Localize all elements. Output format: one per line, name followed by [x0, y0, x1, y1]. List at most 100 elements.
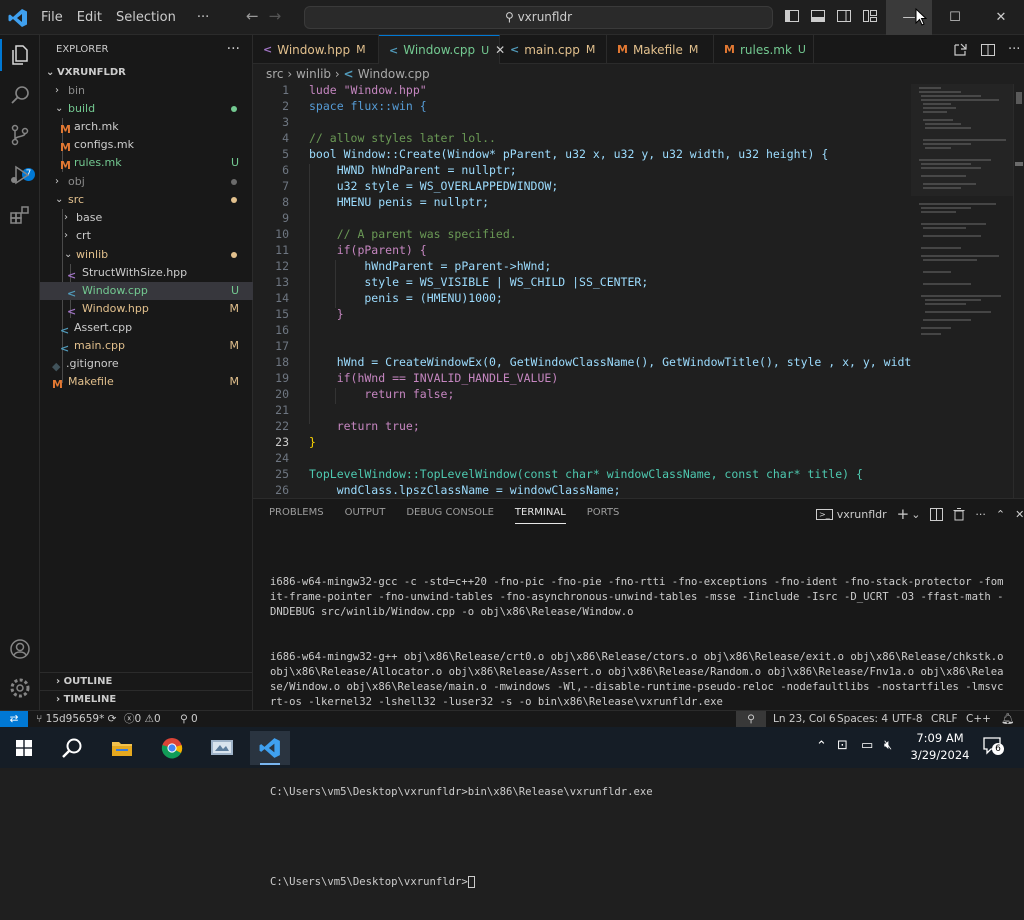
menu-edit[interactable]: Edit: [70, 10, 109, 25]
display-icon[interactable]: ▭: [861, 738, 873, 753]
breadcrumb-winlib[interactable]: winlib: [296, 67, 331, 81]
code-line: TopLevelWindow::TopLevelWindow(const cha…: [309, 467, 863, 481]
breadcrumb-window-cpp[interactable]: Window.cpp: [358, 67, 430, 81]
taskbar-chrome[interactable]: [152, 731, 192, 765]
show-hidden-icons-chevron-icon[interactable]: ⌃: [816, 739, 827, 754]
tree-file-structwithsize-hpp[interactable]: < StructWithSize.hpp: [40, 264, 253, 282]
start-button[interactable]: [4, 731, 44, 765]
panel-tab-problems[interactable]: PROBLEMS: [269, 507, 324, 524]
maximize-panel-chevron-up-icon[interactable]: ⌃: [996, 508, 1005, 521]
run-debug-icon[interactable]: [8, 163, 32, 187]
source-control-icon[interactable]: [8, 123, 32, 147]
taskbar-search-button[interactable]: [52, 731, 92, 765]
code-line: wndClass.lpszClassName = windowClassName…: [309, 483, 621, 497]
panel-tab-output[interactable]: OUTPUT: [345, 507, 386, 524]
close-window-button[interactable]: ✕: [978, 0, 1024, 35]
tree-folder-winlib[interactable]: ⌄ winlib: [40, 246, 253, 264]
maximize-button[interactable]: ☐: [932, 0, 978, 35]
tree-file-rules-mk[interactable]: M rules.mk U: [40, 154, 253, 172]
search-icon[interactable]: [8, 83, 32, 107]
code-line: HMENU penis = nullptr;: [309, 195, 490, 209]
back-arrow-icon[interactable]: ←: [246, 7, 259, 25]
tree-file-configs-mk[interactable]: M configs.mk: [40, 136, 253, 154]
encoding[interactable]: UTF-8: [892, 711, 923, 727]
tree-file-main-cpp[interactable]: < main.cpp M: [40, 337, 253, 355]
notifications-bell-icon[interactable]: 🔔︎: [1001, 711, 1014, 727]
system-clock[interactable]: 7:09 AM 3/29/2024: [905, 730, 975, 764]
tab-main-cpp[interactable]: < main.cpp M: [500, 35, 607, 64]
tab-window-hpp[interactable]: < Window.hpp M: [253, 35, 379, 64]
extensions-icon[interactable]: [8, 203, 32, 227]
outline-section[interactable]: › OUTLINE: [40, 672, 253, 690]
taskbar-file-explorer[interactable]: [102, 731, 142, 765]
toggle-primary-sidebar-icon[interactable]: [784, 8, 800, 24]
language-mode[interactable]: C++: [966, 711, 991, 727]
explorer-files-icon[interactable]: [8, 43, 32, 67]
open-changes-icon[interactable]: [952, 42, 968, 58]
git-branch-status[interactable]: ⑂ 15d95659* ⟳: [36, 711, 116, 727]
panel-tab-ports[interactable]: PORTS: [587, 507, 620, 524]
network-icon[interactable]: ⊡: [837, 738, 848, 753]
terminal-instance-name[interactable]: vxrunfldr: [837, 508, 887, 521]
line-endings[interactable]: CRLF: [931, 711, 958, 727]
explorer-root-folder[interactable]: ⌄ VXRUNFLDR: [40, 64, 253, 82]
speaker-muted-icon[interactable]: 🔇︎: [884, 738, 892, 753]
minimap[interactable]: [911, 84, 1013, 498]
line-number: 15: [275, 307, 289, 321]
tree-folder-bin[interactable]: › bin: [40, 82, 253, 100]
accounts-icon[interactable]: [8, 637, 32, 661]
editor-vertical-scrollbar[interactable]: [1013, 84, 1024, 498]
panel-tab-terminal[interactable]: TERMINAL: [514, 507, 566, 524]
new-terminal-plus-icon[interactable]: +: [897, 505, 910, 523]
ports-status[interactable]: ⚲ 0: [180, 711, 198, 727]
panel-tab-debug-console[interactable]: DEBUG CONSOLE: [406, 507, 494, 524]
split-terminal-icon[interactable]: [930, 507, 944, 521]
tree-file-gitignore[interactable]: ◆ .gitignore: [40, 355, 253, 373]
remote-indicator-icon[interactable]: ⇄: [0, 711, 28, 728]
more-actions-icon[interactable]: ···: [227, 41, 240, 57]
tree-file-assert-cpp[interactable]: < Assert.cpp: [40, 319, 253, 337]
status-bar: ⇄ ⑂ 15d95659* ⟳ ⓧ0 ⚠0 ⚲ 0 ⚲ Ln 23, Col 6…: [0, 710, 1024, 728]
forward-arrow-icon[interactable]: →: [269, 7, 282, 25]
split-editor-icon[interactable]: [980, 42, 996, 58]
panel-more-actions-icon[interactable]: ···: [975, 508, 986, 521]
tab-window-cpp[interactable]: < Window.cpp U ✕: [379, 35, 505, 64]
menu-selection[interactable]: Selection: [109, 10, 183, 25]
tree-file-arch-mk[interactable]: M arch.mk: [40, 118, 253, 136]
tree-file-window-cpp[interactable]: < Window.cpp U: [40, 282, 253, 300]
search-icon: [62, 738, 82, 758]
tree-folder-base[interactable]: › base: [40, 209, 253, 227]
menu-more[interactable]: ···: [183, 10, 216, 25]
customize-layout-icon[interactable]: [862, 8, 878, 24]
code-editor[interactable]: 1 2 3 4 5 6 7 8 9 10 11 12 13 14 15 16 1…: [253, 84, 911, 498]
close-panel-icon[interactable]: ✕: [1015, 508, 1024, 521]
tree-folder-src[interactable]: ⌄ src: [40, 191, 253, 209]
tab-makefile[interactable]: M Makefile M: [607, 35, 714, 64]
line-number: 14: [275, 291, 289, 305]
line-number: 24: [275, 451, 289, 465]
zoom-search-icon[interactable]: ⚲: [736, 711, 766, 727]
tree-folder-build[interactable]: ⌄ build: [40, 100, 253, 118]
timeline-section[interactable]: › TIMELINE: [40, 690, 253, 708]
breadcrumb-src[interactable]: src: [266, 67, 284, 81]
chevron-down-icon[interactable]: ⌄: [911, 508, 920, 521]
tree-file-window-hpp[interactable]: < Window.hpp M: [40, 300, 253, 318]
tree-file-makefile[interactable]: M Makefile M: [40, 373, 253, 391]
toggle-panel-icon[interactable]: [810, 8, 826, 24]
cursor-position[interactable]: Ln 23, Col 6: [773, 711, 836, 727]
kill-terminal-trash-icon[interactable]: [953, 507, 965, 521]
taskbar-control-panel[interactable]: [202, 731, 242, 765]
indentation[interactable]: Spaces: 4: [837, 711, 888, 727]
tree-folder-obj[interactable]: › obj: [40, 173, 253, 191]
menu-file[interactable]: File: [34, 10, 70, 25]
manage-gear-icon[interactable]: [8, 676, 32, 700]
toggle-secondary-sidebar-icon[interactable]: [836, 8, 852, 24]
command-center-search[interactable]: ⚲ vxrunfldr: [304, 6, 773, 29]
problems-status[interactable]: ⓧ0 ⚠0: [124, 711, 161, 727]
editor-more-actions-icon[interactable]: ···: [1008, 42, 1020, 58]
tab-rules-mk[interactable]: M rules.mk U: [714, 35, 814, 64]
taskbar-vscode[interactable]: [250, 731, 290, 765]
notification-center-button[interactable]: 6: [983, 737, 1004, 755]
tree-folder-crt[interactable]: › crt: [40, 227, 253, 245]
